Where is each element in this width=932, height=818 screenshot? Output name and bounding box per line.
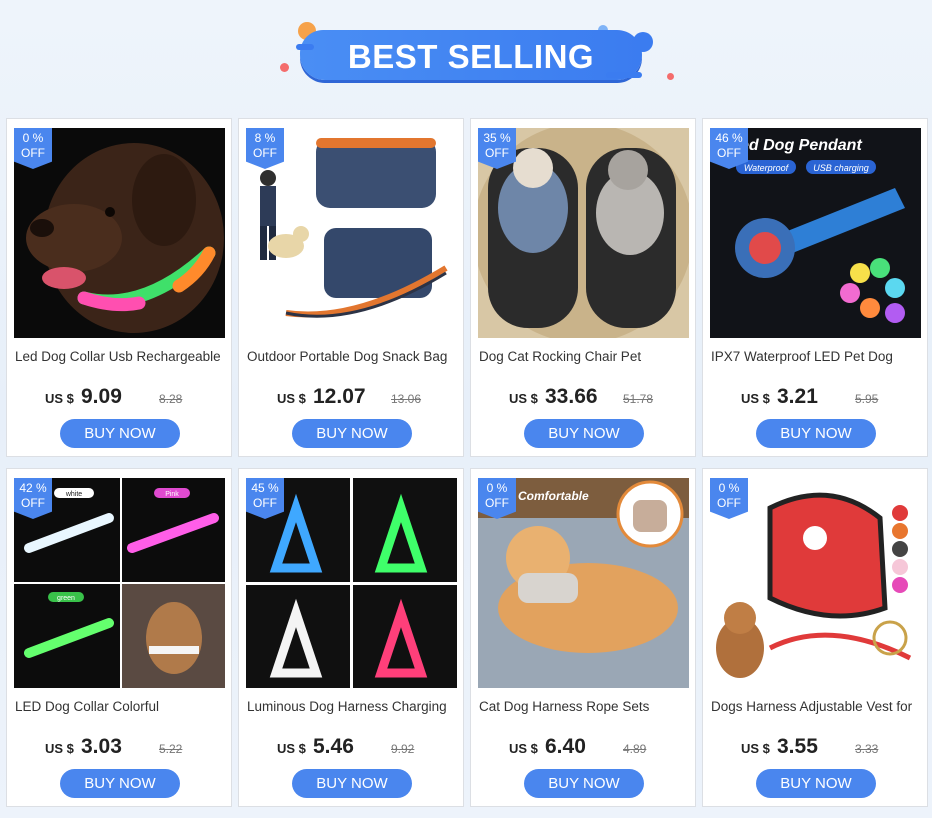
original-price: 3.33 (855, 742, 879, 756)
price-row: US $ 33.66 51.78 (471, 385, 695, 411)
product-title[interactable]: Luminous Dog Harness Charging (247, 699, 459, 714)
product-price: 9.09 (81, 385, 122, 408)
banner-title: BEST SELLING (347, 38, 595, 75)
product-card[interactable]: 8 % OFF Outdoor Portable Dog Snack Bag US… (238, 118, 464, 457)
product-price: 3.55 (777, 735, 818, 758)
original-price: 4.89 (623, 742, 647, 756)
currency-label: US $ (509, 391, 538, 406)
product-price: 3.21 (777, 385, 818, 408)
decor-dash (296, 44, 314, 50)
product-price: 5.46 (313, 735, 354, 758)
product-price: 33.66 (545, 385, 598, 408)
price-row: US $ 5.46 9.92 (239, 735, 463, 761)
product-title[interactable]: Led Dog Collar Usb Rechargeable (15, 349, 227, 364)
currency-label: US $ (45, 741, 74, 756)
product-card[interactable]: 0 % OFF Dogs Harness Adjustable Vest for … (702, 468, 928, 807)
currency-label: US $ (277, 741, 306, 756)
discount-badge: 8 % OFF (246, 128, 284, 169)
buy-now-button[interactable]: BUY NOW (292, 769, 412, 798)
original-price: 51.78 (623, 392, 654, 406)
product-title[interactable]: Cat Dog Harness Rope Sets (479, 699, 691, 714)
collar-label-pink: Pink (165, 491, 179, 498)
pendant-tag-waterproof: Waterproof (744, 163, 790, 173)
product-price: 6.40 (545, 735, 586, 758)
currency-label: US $ (741, 741, 770, 756)
discount-badge: 45 % OFF (246, 478, 284, 519)
currency-label: US $ (277, 391, 306, 406)
product-title[interactable]: Outdoor Portable Dog Snack Bag (247, 349, 459, 364)
price-row: US $ 3.03 5.22 (7, 735, 231, 761)
original-price: 9.92 (391, 742, 415, 756)
banner-pill: BEST SELLING (300, 30, 642, 80)
decor-dot (667, 73, 674, 80)
buy-now-button[interactable]: BUY NOW (292, 419, 412, 448)
currency-label: US $ (741, 391, 770, 406)
product-title[interactable]: Dogs Harness Adjustable Vest for (711, 699, 923, 714)
buy-now-button[interactable]: BUY NOW (524, 419, 644, 448)
pendant-tag-usb: USB charging (813, 163, 869, 173)
buy-now-button[interactable]: BUY NOW (756, 419, 876, 448)
buy-now-button[interactable]: BUY NOW (60, 419, 180, 448)
product-grid: 0 % OFF Led Dog Collar Usb Rechargeable U… (6, 118, 928, 807)
original-price: 8.28 (159, 392, 183, 406)
buy-now-button[interactable]: BUY NOW (756, 769, 876, 798)
product-card[interactable]: 35 % OFF Dog Cat Rocking Chair Pet US $ 3… (470, 118, 696, 457)
pendant-heading: ed Dog Pendant (740, 137, 862, 154)
product-card[interactable]: 0 % OFF Led Dog Collar Usb Rechargeable U… (6, 118, 232, 457)
cat-heading: Comfortable (518, 489, 589, 503)
discount-badge: 0 % OFF (710, 478, 748, 519)
banner: BEST SELLING (0, 0, 932, 110)
discount-badge: 46 % OFF (710, 128, 748, 169)
price-row: US $ 3.21 5.95 (703, 385, 927, 411)
discount-badge: 35 % OFF (478, 128, 516, 169)
decor-dash (606, 72, 642, 78)
currency-label: US $ (509, 741, 538, 756)
buy-now-button[interactable]: BUY NOW (524, 769, 644, 798)
product-card[interactable]: ed Dog Pendant Waterproof USB charging 4… (702, 118, 928, 457)
original-price: 5.95 (855, 392, 879, 406)
discount-badge: 0 % OFF (14, 128, 52, 169)
product-card[interactable]: 45 % OFF Luminous Dog Harness Charging US… (238, 468, 464, 807)
product-title[interactable]: LED Dog Collar Colorful (15, 699, 227, 714)
discount-badge: 42 % OFF (14, 478, 52, 519)
price-row: US $ 9.09 8.28 (7, 385, 231, 411)
original-price: 13.06 (391, 392, 422, 406)
price-row: US $ 3.55 3.33 (703, 735, 927, 761)
original-price: 5.22 (159, 742, 183, 756)
discount-badge: 0 % OFF (478, 478, 516, 519)
product-title[interactable]: IPX7 Waterproof LED Pet Dog (711, 349, 923, 364)
product-price: 3.03 (81, 735, 122, 758)
product-price: 12.07 (313, 385, 366, 408)
currency-label: US $ (45, 391, 74, 406)
product-card[interactable]: Comfortable 0 % OFF Cat Dog Harness Rope … (470, 468, 696, 807)
decor-dot (280, 63, 289, 72)
buy-now-button[interactable]: BUY NOW (60, 769, 180, 798)
price-row: US $ 12.07 13.06 (239, 385, 463, 411)
collar-label-white: white (65, 491, 82, 498)
price-row: US $ 6.40 4.89 (471, 735, 695, 761)
product-title[interactable]: Dog Cat Rocking Chair Pet (479, 349, 691, 364)
product-card[interactable]: white Pink green 42 % OFF LED Dog Collar … (6, 468, 232, 807)
collar-label-green: green (57, 595, 75, 602)
